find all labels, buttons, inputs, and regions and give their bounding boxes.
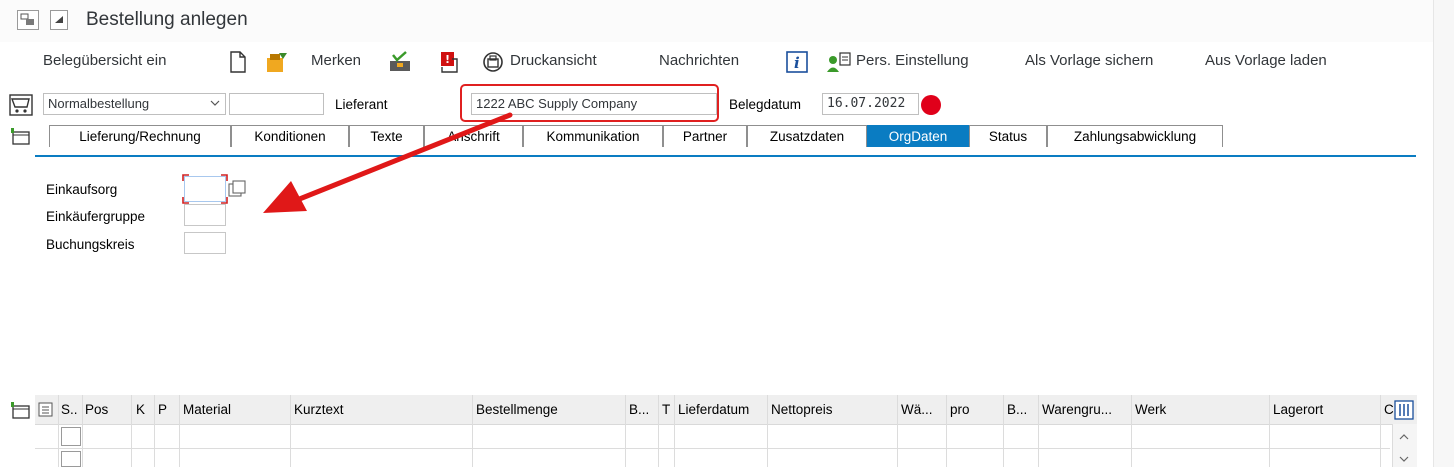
chevron-down-icon	[209, 94, 221, 115]
status-red-icon	[921, 95, 941, 115]
col-item-category[interactable]: P	[158, 402, 167, 417]
col-material-group[interactable]: Warengru...	[1042, 402, 1112, 417]
col-material[interactable]: Material	[183, 402, 231, 417]
col-plant[interactable]: Werk	[1135, 402, 1166, 417]
column-settings-icon[interactable]	[1394, 400, 1414, 423]
col-sep	[658, 395, 659, 467]
personal-settings-button[interactable]: Pers. Einstellung	[856, 52, 969, 69]
doc-overview-button[interactable]: Belegübersicht ein	[43, 52, 166, 69]
tab-delivery-invoice[interactable]: Lieferung/Rechnung	[49, 125, 231, 147]
col-sep	[154, 395, 155, 467]
error-log-icon[interactable]: !	[438, 51, 460, 76]
col-date-category[interactable]: T	[662, 402, 670, 417]
scroll-up-icon[interactable]	[1398, 429, 1410, 445]
col-sep	[1038, 395, 1039, 467]
col-order-quantity[interactable]: Bestellmenge	[476, 402, 558, 417]
order-type-value: Normalbestellung	[48, 96, 150, 111]
col-sep	[767, 395, 768, 467]
col-sep	[82, 395, 83, 467]
tab-payment-processing[interactable]: Zahlungsabwicklung	[1047, 125, 1223, 147]
cart-icon[interactable]	[9, 94, 33, 119]
new-document-icon[interactable]	[229, 51, 247, 76]
col-order-unit[interactable]: B...	[629, 402, 649, 417]
tab-communication[interactable]: Kommunikation	[523, 125, 663, 147]
scroll-down-icon[interactable]	[1398, 451, 1410, 467]
tab-org-data[interactable]: OrgDaten	[867, 125, 969, 147]
print-preview-button[interactable]: Druckansicht	[510, 52, 597, 69]
check-icon[interactable]	[389, 51, 411, 76]
tab-underline	[35, 155, 1416, 157]
col-sep	[472, 395, 473, 467]
col-sep	[1131, 395, 1132, 467]
hold-icon[interactable]	[265, 51, 289, 76]
personal-settings-icon[interactable]	[826, 51, 852, 76]
row-select-checkbox[interactable]	[61, 427, 81, 446]
company-code-input[interactable]	[184, 232, 226, 254]
load-from-template-button[interactable]: Aus Vorlage laden	[1205, 52, 1327, 69]
select-all-icon[interactable]	[38, 402, 54, 421]
annotation-arrow	[255, 105, 525, 220]
col-sep	[290, 395, 291, 467]
menu-dropdown-icon[interactable]	[50, 10, 68, 30]
col-sep	[674, 395, 675, 467]
col-sep	[625, 395, 626, 467]
tab-partner[interactable]: Partner	[663, 125, 747, 147]
purch-org-label: Einkaufsorg	[46, 182, 118, 197]
print-preview-icon[interactable]	[482, 51, 506, 76]
col-net-price[interactable]: Nettopreis	[771, 402, 833, 417]
order-type-select[interactable]: Normalbestellung	[43, 93, 226, 115]
table-row	[35, 448, 1390, 449]
col-item[interactable]: Pos	[85, 402, 108, 417]
purch-group-input[interactable]	[184, 204, 226, 226]
messages-button[interactable]: Nachrichten	[659, 52, 739, 69]
tab-status[interactable]: Status	[969, 125, 1047, 147]
col-storage-location[interactable]: Lagerort	[1273, 402, 1323, 417]
focus-corner-marks	[182, 174, 228, 204]
col-sep	[1003, 395, 1004, 467]
expand-header-icon[interactable]	[10, 127, 32, 148]
col-currency[interactable]: Wä...	[901, 402, 933, 417]
col-sep	[897, 395, 898, 467]
svg-text:!: !	[445, 53, 450, 66]
tab-additional-data[interactable]: Zusatzdaten	[747, 125, 867, 147]
col-sep	[131, 395, 132, 467]
right-side-panel	[1433, 0, 1454, 467]
col-sep	[946, 395, 947, 467]
row-select-checkbox[interactable]	[61, 451, 81, 467]
doc-date-label: Belegdatum	[729, 97, 802, 112]
doc-date-input[interactable]: 16.07.2022	[822, 93, 919, 115]
purch-group-label: Einkäufergruppe	[46, 209, 146, 224]
col-c[interactable]: C	[1384, 402, 1394, 417]
col-sep	[58, 395, 59, 467]
expand-items-icon[interactable]	[10, 401, 32, 422]
col-delivery-date[interactable]: Lieferdatum	[678, 402, 749, 417]
layout-icon[interactable]	[17, 10, 39, 30]
col-short-text[interactable]: Kurztext	[294, 402, 344, 417]
col-status[interactable]: S..	[61, 402, 78, 417]
col-sep	[179, 395, 180, 467]
col-account-assignment[interactable]: K	[136, 402, 145, 417]
value-help-icon[interactable]	[228, 180, 246, 201]
col-price-unit[interactable]: pro	[950, 402, 970, 417]
remember-button[interactable]: Merken	[311, 52, 361, 69]
window-title: Bestellung anlegen	[86, 9, 248, 30]
save-as-template-button[interactable]: Als Vorlage sichern	[1025, 52, 1153, 69]
company-code-label: Buchungskreis	[46, 237, 135, 252]
col-sep	[1380, 395, 1381, 467]
col-sep	[1269, 395, 1270, 467]
col-order-price-unit[interactable]: B...	[1007, 402, 1027, 417]
info-icon[interactable]: i	[785, 50, 809, 77]
svg-text:i: i	[794, 54, 800, 72]
